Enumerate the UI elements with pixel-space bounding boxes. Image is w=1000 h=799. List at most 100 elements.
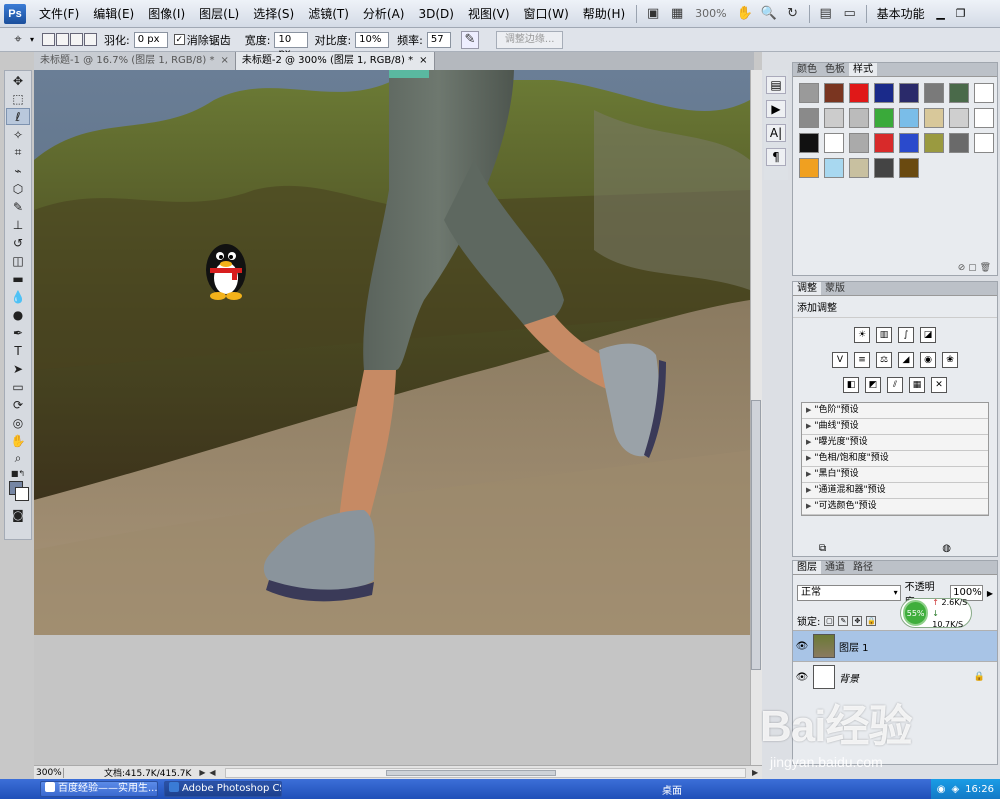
history-brush-tool-icon[interactable]: ↺	[6, 234, 30, 251]
preset-selective-color[interactable]: ▶ "可选颜色"预设	[802, 499, 988, 515]
style-swatch[interactable]	[824, 133, 844, 153]
menu-analysis[interactable]: 分析(A)	[356, 0, 412, 28]
style-swatch[interactable]	[949, 83, 969, 103]
scroll-left-icon[interactable]: ◀	[209, 768, 219, 777]
layer-row-background[interactable]: 👁 背景 🔒	[793, 661, 997, 692]
default-colors-icon[interactable]: ■↰	[6, 468, 30, 478]
quick-selection-tool-icon[interactable]: ✧	[6, 126, 30, 143]
actions-panel-icon[interactable]: ▶	[766, 100, 786, 118]
style-swatch[interactable]	[874, 108, 894, 128]
status-zoom[interactable]: 300%	[34, 767, 64, 778]
blur-tool-icon[interactable]: 💧	[6, 288, 30, 305]
style-swatch[interactable]	[874, 158, 894, 178]
style-swatch[interactable]	[974, 108, 994, 128]
zoom-level-combo[interactable]: 300%	[689, 7, 732, 20]
blend-mode-select[interactable]: 正常 ▾	[797, 585, 901, 601]
new-selection-icon[interactable]	[42, 33, 56, 46]
style-swatch[interactable]	[849, 108, 869, 128]
style-swatch[interactable]	[849, 83, 869, 103]
tray-icon[interactable]: ◉	[937, 784, 946, 795]
preset-hue-saturation[interactable]: ▶ "色相/饱和度"预设	[802, 451, 988, 467]
tab-color[interactable]: 颜色	[793, 63, 821, 76]
minimize-icon[interactable]: ▁	[933, 7, 949, 21]
layer-row-layer1[interactable]: 👁 图层 1	[793, 630, 997, 661]
quick-mask-icon[interactable]: ◙	[6, 506, 30, 523]
threshold-icon[interactable]: ⫽	[887, 377, 903, 393]
add-to-selection-icon[interactable]	[56, 33, 70, 46]
style-swatch[interactable]	[849, 133, 869, 153]
style-swatch[interactable]	[799, 108, 819, 128]
brush-tool-icon[interactable]: ✎	[6, 198, 30, 215]
tab-adjustments[interactable]: 调整	[793, 282, 821, 295]
lock-position-icon[interactable]: ✥	[852, 615, 863, 626]
style-swatch[interactable]	[849, 158, 869, 178]
desktop-toolbar-label[interactable]: 桌面	[662, 782, 682, 797]
tab-swatches[interactable]: 色板	[821, 63, 849, 76]
launch-bridge-icon[interactable]: ▣	[644, 5, 662, 23]
zoom-tool-icon[interactable]: 🔍	[760, 5, 778, 23]
preset-curves[interactable]: ▶ "曲线"预设	[802, 419, 988, 435]
menu-layer[interactable]: 图层(L)	[192, 0, 246, 28]
color-balance-icon[interactable]: ⚖	[876, 352, 892, 368]
style-swatch[interactable]	[799, 133, 819, 153]
frequency-input[interactable]: 57	[426, 31, 451, 48]
style-swatch[interactable]	[974, 133, 994, 153]
lock-all-icon[interactable]: 🔒	[866, 615, 877, 626]
feather-input[interactable]: 0 px	[133, 31, 168, 48]
style-swatch[interactable]	[874, 83, 894, 103]
lock-pixels-icon[interactable]: ✎	[838, 615, 849, 626]
curves-icon[interactable]: ∫	[898, 327, 914, 343]
style-swatch[interactable]	[949, 108, 969, 128]
clock[interactable]: 16:26	[965, 784, 994, 795]
character-panel-icon[interactable]: A|	[766, 124, 786, 142]
view-extras-icon[interactable]: ▦	[668, 5, 686, 23]
tab-paths[interactable]: 路径	[849, 561, 877, 574]
tray-icon[interactable]: ◈	[951, 784, 959, 795]
healing-brush-tool-icon[interactable]: ⬡	[6, 180, 30, 197]
menu-select[interactable]: 选择(S)	[246, 0, 301, 28]
tab-channels[interactable]: 通道	[821, 561, 849, 574]
document-canvas[interactable]	[34, 70, 750, 635]
close-icon[interactable]: ×	[419, 55, 427, 66]
status-menu-arrow-icon[interactable]: ▶	[199, 768, 209, 777]
rotate-view-icon[interactable]: ↻	[784, 5, 802, 23]
gradient-tool-icon[interactable]: ▬	[6, 270, 30, 287]
eyedropper-tool-icon[interactable]: ⌁	[6, 162, 30, 179]
doc-tab-2[interactable]: 未标题-2 @ 300% (图层 1, RGB/8) * ×	[235, 52, 435, 70]
move-tool-icon[interactable]: ✥	[6, 72, 30, 89]
new-style-icon[interactable]: ▢	[968, 263, 977, 273]
channel-mixer-icon[interactable]: ❀	[942, 352, 958, 368]
black-white-icon[interactable]: ◢	[898, 352, 914, 368]
style-swatch[interactable]	[899, 83, 919, 103]
eraser-tool-icon[interactable]: ◫	[6, 252, 30, 269]
lock-transparency-icon[interactable]: ▢	[824, 615, 835, 626]
shape-tool-icon[interactable]: ▭	[6, 378, 30, 395]
clear-style-icon[interactable]: ⊘	[958, 263, 966, 273]
style-swatch[interactable]	[874, 133, 894, 153]
hand-tool-icon[interactable]: ✋	[736, 5, 754, 23]
taskbar-item-photoshop[interactable]: Adobe Photoshop CS4...	[164, 781, 282, 797]
menu-edit[interactable]: 编辑(E)	[86, 0, 141, 28]
menu-filter[interactable]: 滤镜(T)	[301, 0, 356, 28]
tablet-pressure-icon[interactable]: ✎	[460, 30, 479, 49]
style-swatch[interactable]	[799, 158, 819, 178]
gradient-map-icon[interactable]: ▦	[909, 377, 925, 393]
opacity-arrow-icon[interactable]: ▶	[987, 589, 993, 598]
menu-help[interactable]: 帮助(H)	[576, 0, 632, 28]
menu-image[interactable]: 图像(I)	[141, 0, 192, 28]
tab-masks[interactable]: 蒙版	[821, 282, 849, 295]
magnetic-lasso-preset-icon[interactable]: ⌖	[9, 31, 27, 49]
eye-icon[interactable]: 👁	[795, 672, 809, 683]
restore-icon[interactable]: ❐	[953, 7, 969, 21]
clip-to-layer-icon[interactable]: ⧉	[819, 543, 826, 554]
vibrance-icon[interactable]: V	[832, 352, 848, 368]
screen-mode-icon[interactable]: ▭	[841, 5, 859, 23]
adjustment-options-icon[interactable]: ◍	[942, 543, 951, 554]
brightness-contrast-icon[interactable]: ☀	[854, 327, 870, 343]
menu-file[interactable]: 文件(F)	[32, 0, 86, 28]
posterize-icon[interactable]: ◩	[865, 377, 881, 393]
hand-tool-icon[interactable]: ✋	[6, 432, 30, 449]
clone-stamp-tool-icon[interactable]: ⊥	[6, 216, 30, 233]
menu-view[interactable]: 视图(V)	[461, 0, 517, 28]
menu-window[interactable]: 窗口(W)	[517, 0, 576, 28]
